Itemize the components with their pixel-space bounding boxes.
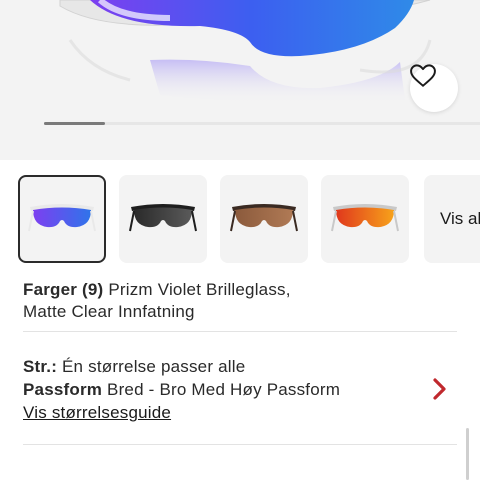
thumbnail-variant-1[interactable] [18,175,106,263]
size-section: Str.: Én størrelse passer alle Passform … [23,355,443,424]
color-value-line1: Prizm Violet Brilleglass, [108,280,291,299]
view-all-button[interactable]: Vis al [424,175,480,263]
sunglasses-image [59,0,432,104]
size-value: Én størrelse passer alle [62,357,246,376]
divider [23,444,457,445]
fit-label: Passform [23,380,103,399]
variant-thumbnails: Vis al [0,175,480,263]
gallery-progress-fill [44,122,106,125]
thumbnail-lens [235,207,293,228]
size-label: Str.: [23,357,58,376]
scrollbar[interactable] [466,428,469,480]
divider [23,331,457,332]
thumbnail-variant-3[interactable] [220,175,308,263]
thumbnail-lens [33,207,91,228]
view-all-label: Vis al [440,209,480,228]
favorite-button[interactable] [410,64,458,112]
thumbnail-image [230,204,298,232]
color-value-line2: Matte Clear Innfatning [23,302,195,321]
heart-icon [410,64,436,87]
color-info: Farger (9) Prizm Violet Brilleglass, Mat… [23,279,443,323]
color-label: Farger (9) [23,280,104,299]
thumbnail-variant-4[interactable] [321,175,409,263]
chevron-right-icon[interactable] [430,377,450,401]
thumbnail-image [129,204,197,232]
thumbnail-image [331,204,399,232]
thumbnail-lens [134,207,192,228]
size-guide-link[interactable]: Vis størrelsesguide [23,403,171,422]
fit-value: Bred - Bro Med Høy Passform [107,380,341,399]
thumbnail-image [28,204,96,232]
thumbnail-lens [336,207,394,228]
product-image[interactable] [0,0,480,160]
thumbnail-variant-2[interactable] [119,175,207,263]
gallery-progress [44,122,480,125]
